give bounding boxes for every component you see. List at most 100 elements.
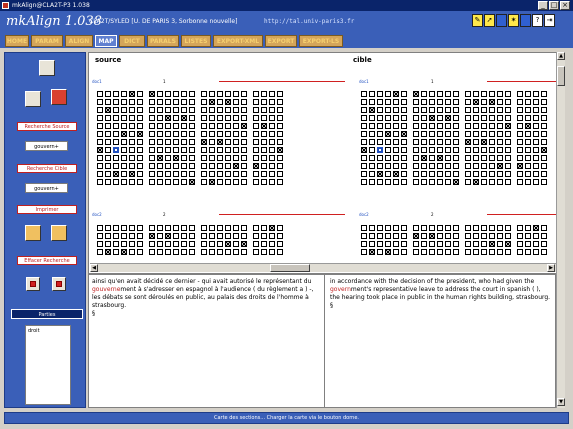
map-cell[interactable] (517, 225, 523, 231)
map-cell[interactable] (445, 249, 451, 255)
map-cell[interactable] (269, 123, 275, 129)
map-cell[interactable] (181, 155, 187, 161)
map-cell[interactable] (385, 91, 391, 97)
map-cell[interactable] (505, 171, 511, 177)
map-cell[interactable] (481, 147, 487, 153)
map-cell[interactable] (377, 249, 383, 255)
map-cell[interactable] (393, 115, 399, 121)
map-cell[interactable] (181, 179, 187, 185)
map-cell[interactable] (525, 233, 531, 239)
map-cell[interactable] (473, 131, 479, 137)
map-cell[interactable] (137, 123, 143, 129)
map-cell[interactable] (369, 131, 375, 137)
save-icon[interactable] (25, 91, 41, 107)
map-cell[interactable] (533, 147, 539, 153)
map-cell[interactable] (253, 171, 259, 177)
map-cell[interactable] (489, 107, 495, 113)
map-cell[interactable] (137, 139, 143, 145)
map-cell[interactable] (181, 171, 187, 177)
map-cell[interactable] (413, 171, 419, 177)
map-cell[interactable] (489, 155, 495, 161)
map-cell[interactable] (445, 225, 451, 231)
map-cell[interactable] (517, 155, 523, 161)
map-cell[interactable] (369, 91, 375, 97)
map-cell[interactable] (421, 249, 427, 255)
map-cell[interactable] (261, 249, 267, 255)
map-cell[interactable] (453, 91, 459, 97)
map-cell[interactable] (377, 123, 383, 129)
map-cell[interactable] (377, 233, 383, 239)
map-cell[interactable] (377, 107, 383, 113)
map-cell[interactable] (225, 123, 231, 129)
map-cell[interactable] (497, 171, 503, 177)
map-cell[interactable] (201, 131, 207, 137)
map-cell[interactable] (497, 163, 503, 169)
map-cell[interactable] (241, 115, 247, 121)
map-cell[interactable] (453, 225, 459, 231)
map-cell[interactable] (209, 115, 215, 121)
map-cell[interactable] (473, 91, 479, 97)
map-cell[interactable] (481, 163, 487, 169)
print-button[interactable]: Imprimer (17, 205, 77, 214)
map-cell[interactable] (137, 171, 143, 177)
map-cell[interactable] (393, 155, 399, 161)
map-cell[interactable] (181, 139, 187, 145)
map-cell[interactable] (165, 147, 171, 153)
map-cell[interactable] (129, 179, 135, 185)
map-cell[interactable] (465, 171, 471, 177)
map-cell[interactable] (445, 241, 451, 247)
map-cell[interactable] (149, 139, 155, 145)
map-cell[interactable] (437, 91, 443, 97)
map-cell[interactable] (201, 155, 207, 161)
map-cell[interactable] (269, 115, 275, 121)
map-cell[interactable] (209, 171, 215, 177)
map-cell[interactable] (401, 233, 407, 239)
map-cell[interactable] (233, 241, 239, 247)
map-cell[interactable] (241, 139, 247, 145)
map-cell[interactable] (217, 147, 223, 153)
map-cell[interactable] (269, 249, 275, 255)
map-cell[interactable] (149, 241, 155, 247)
map-cell[interactable] (157, 91, 163, 97)
map-cell[interactable] (377, 115, 383, 121)
map-cell[interactable] (385, 233, 391, 239)
map-cell[interactable] (377, 241, 383, 247)
map-cell[interactable] (105, 115, 111, 121)
map-cell[interactable] (385, 249, 391, 255)
map-cell[interactable] (533, 139, 539, 145)
map-cell[interactable] (225, 179, 231, 185)
map-cell[interactable] (225, 155, 231, 161)
map-cell[interactable] (489, 241, 495, 247)
map-cell[interactable] (97, 249, 103, 255)
map-cell[interactable] (369, 155, 375, 161)
map-cell[interactable] (181, 91, 187, 97)
map-cell[interactable] (421, 147, 427, 153)
map-cell[interactable] (173, 225, 179, 231)
map-cell[interactable] (181, 123, 187, 129)
map-cell[interactable] (541, 91, 547, 97)
map-cell[interactable] (149, 115, 155, 121)
map-cell[interactable] (401, 179, 407, 185)
map-cell[interactable] (97, 155, 103, 161)
map-cell[interactable] (261, 171, 267, 177)
map-cell[interactable] (157, 115, 163, 121)
map-cell[interactable] (361, 233, 367, 239)
map-cell[interactable] (113, 131, 119, 137)
map-cell[interactable] (369, 139, 375, 145)
map-cell[interactable] (421, 91, 427, 97)
map-cell[interactable] (497, 179, 503, 185)
map-cell[interactable] (445, 123, 451, 129)
map-cell[interactable] (137, 91, 143, 97)
map-cell[interactable] (377, 179, 383, 185)
map-cell[interactable] (361, 115, 367, 121)
map-cell[interactable] (401, 225, 407, 231)
map-cell[interactable] (253, 139, 259, 145)
map-cell[interactable] (201, 147, 207, 153)
map-cell[interactable] (361, 147, 367, 153)
map-cell[interactable] (173, 171, 179, 177)
map-cell[interactable] (157, 123, 163, 129)
map-cell[interactable] (437, 155, 443, 161)
map-cell[interactable] (121, 179, 127, 185)
tab-export-xml[interactable]: EXPORT-XML (213, 35, 263, 47)
map-cell[interactable] (233, 99, 239, 105)
